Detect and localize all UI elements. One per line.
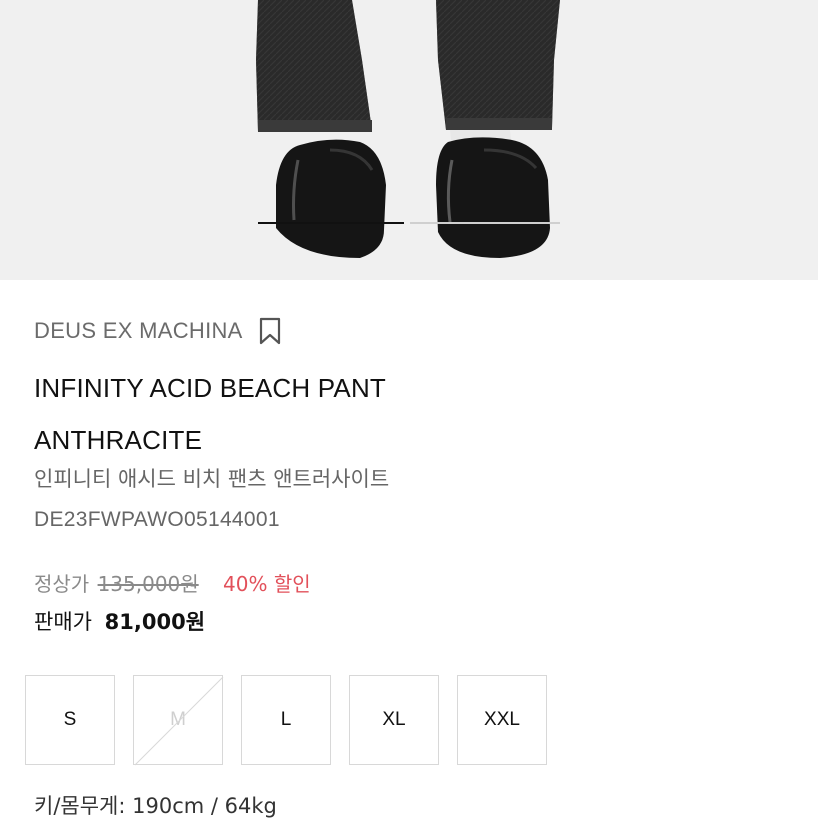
product-photo [256,0,560,258]
size-label: L [280,709,292,730]
brand-name[interactable]: DEUS EX MACHINA [34,318,243,344]
original-price-label: 정상가 [34,572,90,596]
product-image-carousel[interactable] [0,0,818,280]
product-sku: DE23FWPAWO05144001 [34,508,280,531]
product-title: INFINITY ACID BEACH PANT ANTHRACITE [34,362,794,466]
brand-row: DEUS EX MACHINA [34,316,283,346]
product-title-korean: 인피니티 애시드 비치 팬츠 앤트러사이트 [34,467,390,491]
size-option-s[interactable]: S [25,675,115,765]
sale-price: 81,000원 [104,610,206,634]
product-title-line1: INFINITY ACID BEACH PANT [34,373,387,403]
size-option-xl[interactable]: XL [349,675,439,765]
size-option-m: M [133,675,224,766]
original-price-row: 정상가 135,000원 40% 할인 [34,568,311,597]
size-option-xxl[interactable]: XXL [457,675,547,765]
bookmark-icon[interactable] [257,316,283,346]
discount-badge: 40% 할인 [223,572,311,596]
size-option-l[interactable]: L [241,675,331,765]
carousel-indicator[interactable] [410,222,560,224]
sold-out-slash [134,676,224,766]
size-label: XXL [484,709,520,730]
carousel-indicator-active[interactable] [258,222,404,224]
product-title-line2: ANTHRACITE [34,425,203,455]
sale-price-row: 판매가 81,000원 [34,606,205,636]
size-selector: S M L XL XXL [25,675,565,766]
original-price: 135,000원 [97,572,199,596]
sale-price-label: 판매가 [34,610,92,634]
model-size-info: 키/몸무게: 190cm / 64kg [34,794,277,818]
size-label: S [63,709,77,730]
size-label: XL [382,709,406,730]
